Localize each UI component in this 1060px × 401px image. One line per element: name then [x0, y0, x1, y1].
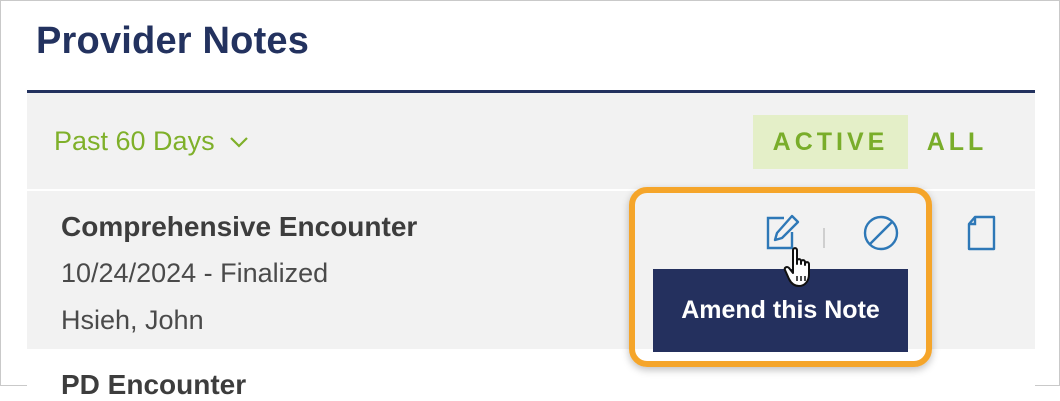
date-range-dropdown[interactable]: Past 60 Days — [54, 126, 249, 157]
page-title: Provider Notes — [36, 20, 310, 62]
hand-cursor-icon — [783, 247, 810, 287]
note-title: Comprehensive Encounter — [61, 211, 418, 242]
filter-bar: Past 60 Days ACTIVE ALL — [27, 93, 1035, 189]
tab-all[interactable]: ALL — [922, 115, 992, 169]
chevron-down-icon — [229, 136, 248, 148]
note-author: Hsieh, John — [61, 305, 204, 335]
highlight-callout — [629, 187, 932, 367]
date-range-label: Past 60 Days — [54, 126, 215, 156]
document-icon — [967, 215, 996, 251]
note-date-status: 10/24/2024 - Finalized — [61, 258, 329, 288]
tab-active[interactable]: ACTIVE — [753, 115, 908, 169]
view-note-button[interactable] — [965, 213, 999, 258]
note-title: PD Encounter — [61, 369, 247, 400]
